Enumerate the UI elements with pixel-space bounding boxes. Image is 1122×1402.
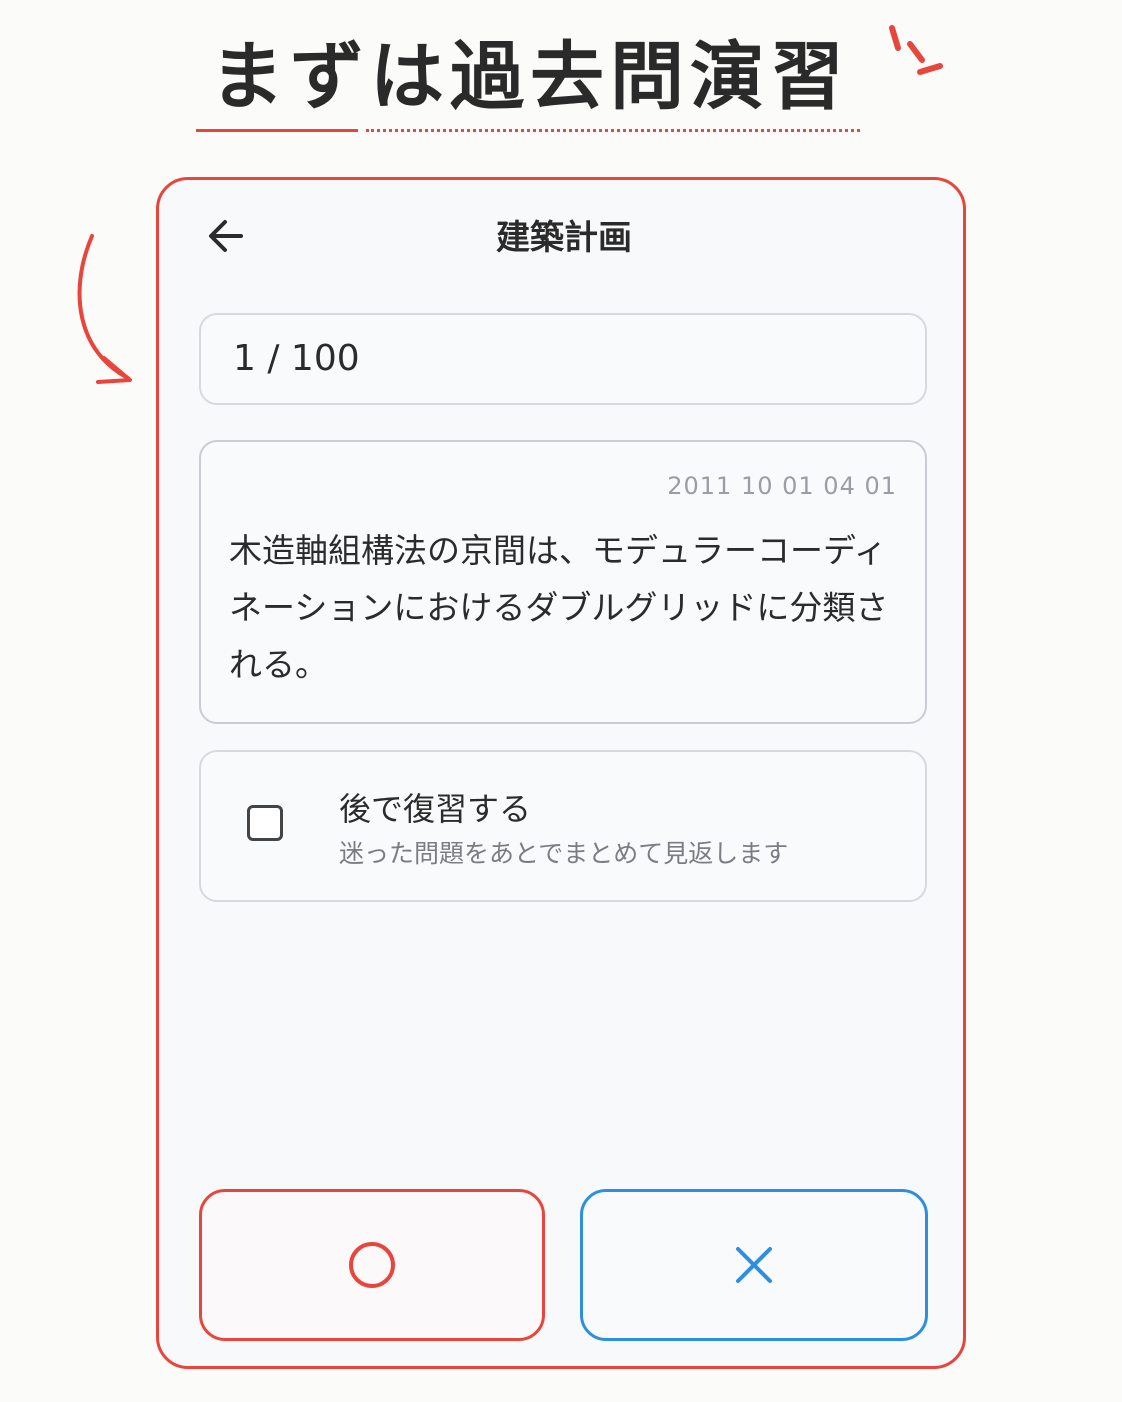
curved-arrow-icon [77, 234, 132, 384]
headline-underline [196, 129, 358, 132]
headline-dotted-underline [366, 129, 860, 132]
page-headline: まずは過去問演習 [210, 34, 850, 120]
wrong-answer-button[interactable] [580, 1189, 928, 1341]
sparkle-icon [889, 25, 943, 75]
app-screen: 建築計画 1 / 100 2011 10 01 04 01 木造軸組構法の京間は… [156, 177, 966, 1369]
screen-title: 建築計画 [496, 218, 632, 258]
review-later-description: 迷った問題をあとでまとめて見返します [339, 839, 789, 868]
question-id: 2011 10 01 04 01 [667, 472, 897, 500]
question-counter: 1 / 100 [199, 313, 927, 405]
cross-icon [736, 1247, 772, 1283]
circle-icon [349, 1242, 395, 1288]
review-later-label: 後で復習する [339, 790, 532, 828]
review-later-option[interactable]: 後で復習する 迷った問題をあとでまとめて見返します [199, 750, 927, 902]
question-card: 2011 10 01 04 01 木造軸組構法の京間は、モデュラーコーディネーシ… [199, 440, 927, 724]
review-later-checkbox[interactable] [247, 805, 283, 841]
question-text: 木造軸組構法の京間は、モデュラーコーディネーションにおけるダブルグリッドに分類さ… [229, 531, 889, 684]
correct-answer-button[interactable] [199, 1189, 545, 1341]
